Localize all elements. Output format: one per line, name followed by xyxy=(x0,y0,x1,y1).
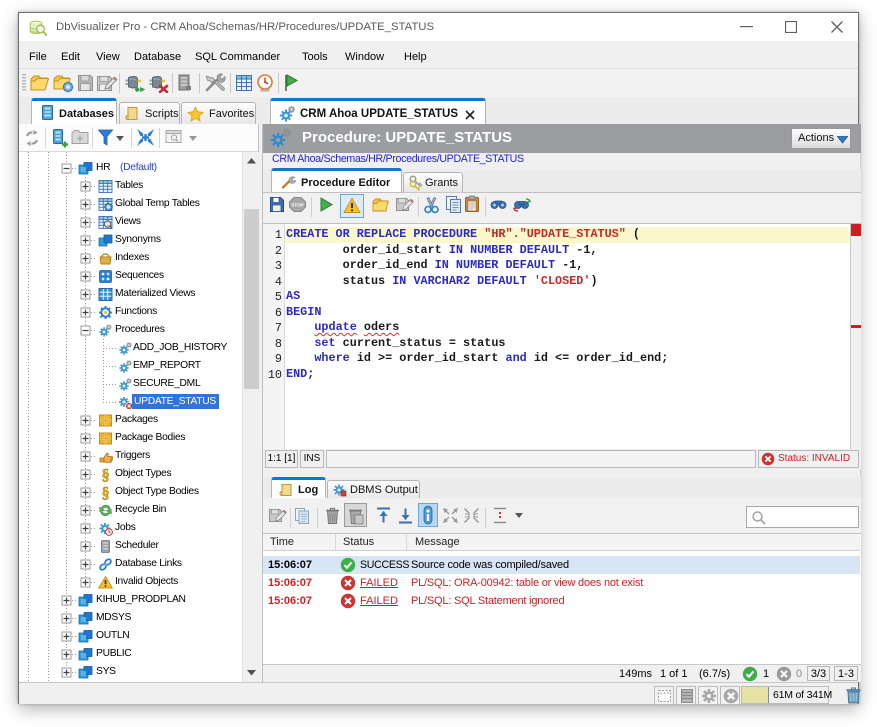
svg-text:STOP: STOP xyxy=(291,203,303,208)
